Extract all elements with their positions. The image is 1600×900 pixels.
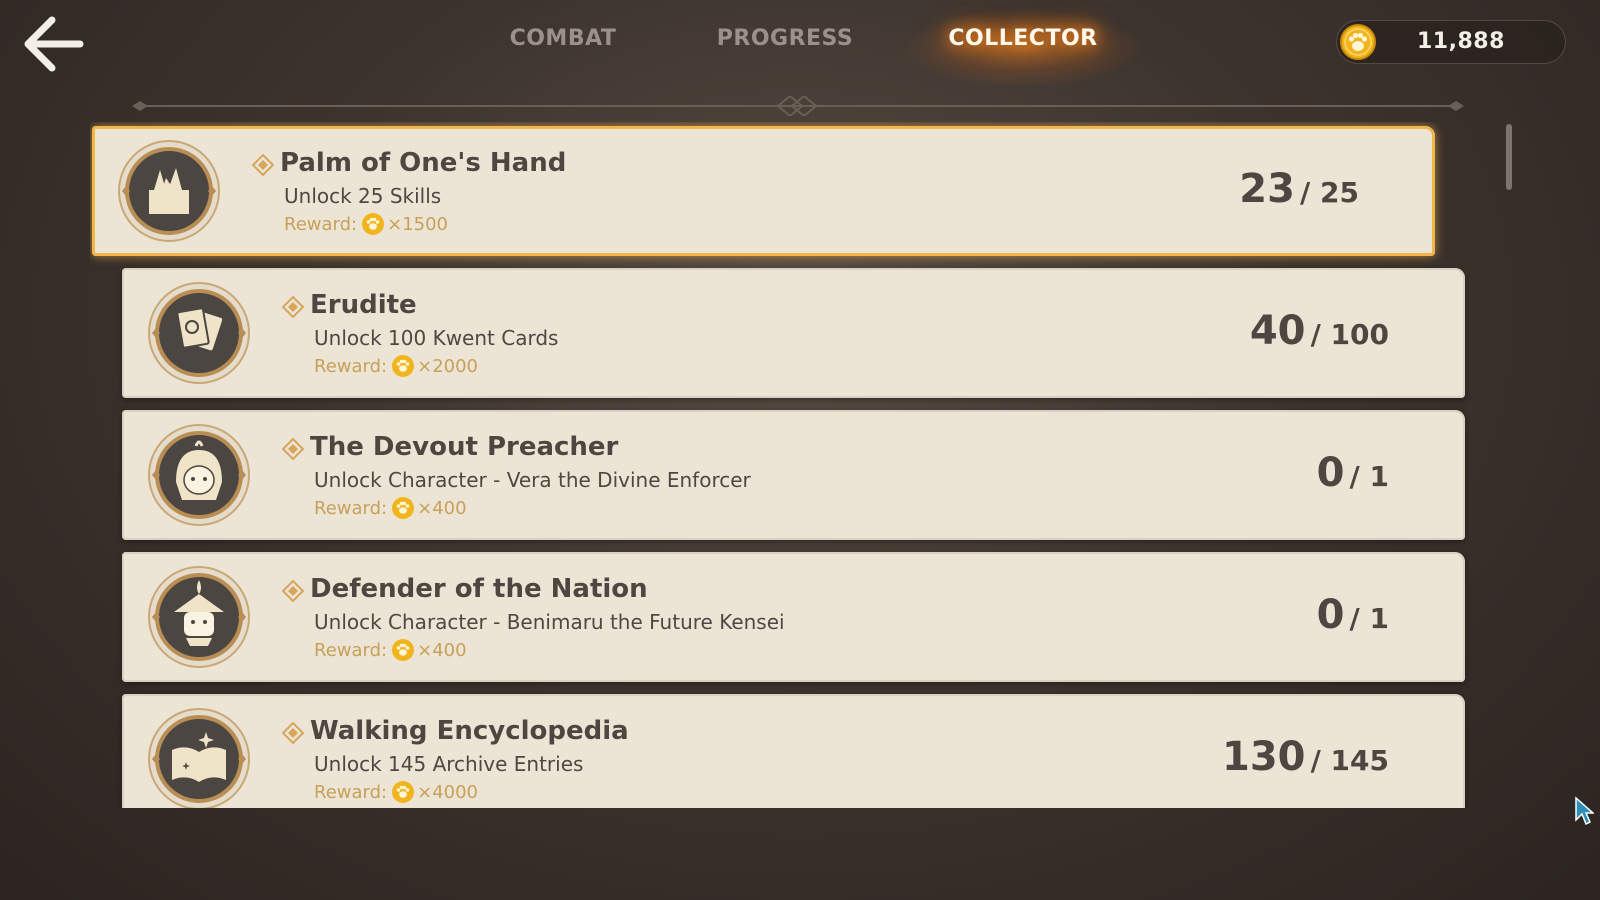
progress-current: 0 bbox=[1316, 450, 1345, 496]
paw-coin-icon bbox=[392, 355, 415, 377]
mouse-cursor-icon bbox=[1575, 796, 1594, 826]
paw-coin-icon bbox=[1340, 24, 1376, 60]
paw-coin-icon bbox=[392, 497, 415, 519]
reward-amount: ×4000 bbox=[417, 781, 478, 803]
skills-chest-icon bbox=[118, 140, 220, 242]
achievement-card-defender-of-the-nation[interactable]: Defender of the Nation Unlock Character … bbox=[122, 552, 1465, 682]
achievement-reward: Reward: ×1500 bbox=[284, 212, 448, 236]
achievement-description: Unlock 100 Kwent Cards bbox=[314, 326, 559, 350]
achievement-title: Defender of the Nation bbox=[310, 574, 648, 604]
currency-amount: 11,888 bbox=[1417, 29, 1505, 54]
achievement-progress: 23 / 25 bbox=[1239, 166, 1359, 212]
achievement-reward: Reward: ×2000 bbox=[314, 354, 478, 378]
cards-icon bbox=[148, 282, 250, 384]
paw-coin-icon bbox=[392, 639, 415, 661]
achievement-description: Unlock 145 Archive Entries bbox=[314, 752, 584, 776]
reward-label: Reward: bbox=[284, 213, 358, 235]
paw-coin-icon bbox=[362, 213, 385, 235]
character-portrait-icon bbox=[148, 424, 250, 526]
achievement-list[interactable]: Palm of One's Hand Unlock 25 Skills Rewa… bbox=[90, 122, 1470, 808]
progress-current: 23 bbox=[1239, 166, 1295, 212]
header-divider bbox=[132, 96, 1464, 116]
progress-current: 40 bbox=[1249, 308, 1306, 354]
achievement-title: The Devout Preacher bbox=[310, 432, 619, 462]
achievement-card-walking-encyclopedia[interactable]: Walking Encyclopedia Unlock 145 Archive … bbox=[122, 694, 1465, 808]
tab-combat[interactable]: COMBAT bbox=[510, 26, 617, 51]
diamond-bullet-icon bbox=[282, 296, 304, 318]
reward-label: Reward: bbox=[314, 781, 388, 803]
open-book-icon bbox=[148, 708, 250, 808]
progress-total: / 25 bbox=[1300, 176, 1359, 209]
tab-progress[interactable]: PROGRESS bbox=[717, 26, 854, 51]
progress-current: 0 bbox=[1316, 592, 1345, 638]
achievement-title: Palm of One's Hand bbox=[280, 148, 567, 178]
progress-total: / 1 bbox=[1349, 460, 1389, 493]
samurai-portrait-icon bbox=[148, 566, 250, 668]
scrollbar-track[interactable] bbox=[1506, 124, 1512, 808]
achievement-progress: 40 / 100 bbox=[1250, 308, 1389, 354]
reward-label: Reward: bbox=[314, 355, 388, 377]
reward-amount: ×2000 bbox=[417, 355, 478, 377]
progress-current: 130 bbox=[1221, 734, 1306, 780]
achievement-reward: Reward: ×4000 bbox=[314, 780, 478, 804]
achievement-description: Unlock 25 Skills bbox=[284, 184, 442, 208]
scrollbar-thumb[interactable] bbox=[1506, 124, 1512, 190]
tab-collector[interactable]: COLLECTOR bbox=[903, 8, 1143, 88]
reward-label: Reward: bbox=[314, 497, 388, 519]
progress-total: / 100 bbox=[1310, 318, 1389, 351]
achievement-progress: 0 / 1 bbox=[1317, 450, 1389, 496]
currency-display: 11,888 bbox=[1336, 20, 1566, 64]
achievement-title: Erudite bbox=[310, 290, 417, 320]
diamond-bullet-icon bbox=[282, 722, 304, 744]
tab-collector-label: COLLECTOR bbox=[948, 26, 1098, 51]
achievement-description: Unlock Character - Vera the Divine Enfor… bbox=[314, 468, 751, 492]
achievement-reward: Reward: ×400 bbox=[314, 496, 467, 520]
achievement-title: Walking Encyclopedia bbox=[310, 716, 629, 746]
achievement-reward: Reward: ×400 bbox=[314, 638, 467, 662]
reward-amount: ×400 bbox=[417, 639, 467, 661]
achievement-card-erudite[interactable]: Erudite Unlock 100 Kwent Cards Reward: ×… bbox=[122, 268, 1465, 398]
achievement-progress: 0 / 1 bbox=[1317, 592, 1389, 638]
diamond-bullet-icon bbox=[282, 580, 304, 602]
reward-label: Reward: bbox=[314, 639, 388, 661]
reward-amount: ×1500 bbox=[387, 213, 448, 235]
achievement-description: Unlock Character - Benimaru the Future K… bbox=[314, 610, 785, 634]
progress-total: / 145 bbox=[1310, 744, 1389, 777]
achievement-card-devout-preacher[interactable]: The Devout Preacher Unlock Character - V… bbox=[122, 410, 1465, 540]
achievement-card-palm-of-ones-hand[interactable]: Palm of One's Hand Unlock 25 Skills Rewa… bbox=[92, 126, 1435, 256]
paw-coin-icon bbox=[392, 781, 415, 803]
achievement-progress: 130 / 145 bbox=[1222, 734, 1389, 780]
diamond-bullet-icon bbox=[252, 154, 274, 176]
diamond-bullet-icon bbox=[282, 438, 304, 460]
progress-total: / 1 bbox=[1349, 602, 1389, 635]
reward-amount: ×400 bbox=[417, 497, 467, 519]
